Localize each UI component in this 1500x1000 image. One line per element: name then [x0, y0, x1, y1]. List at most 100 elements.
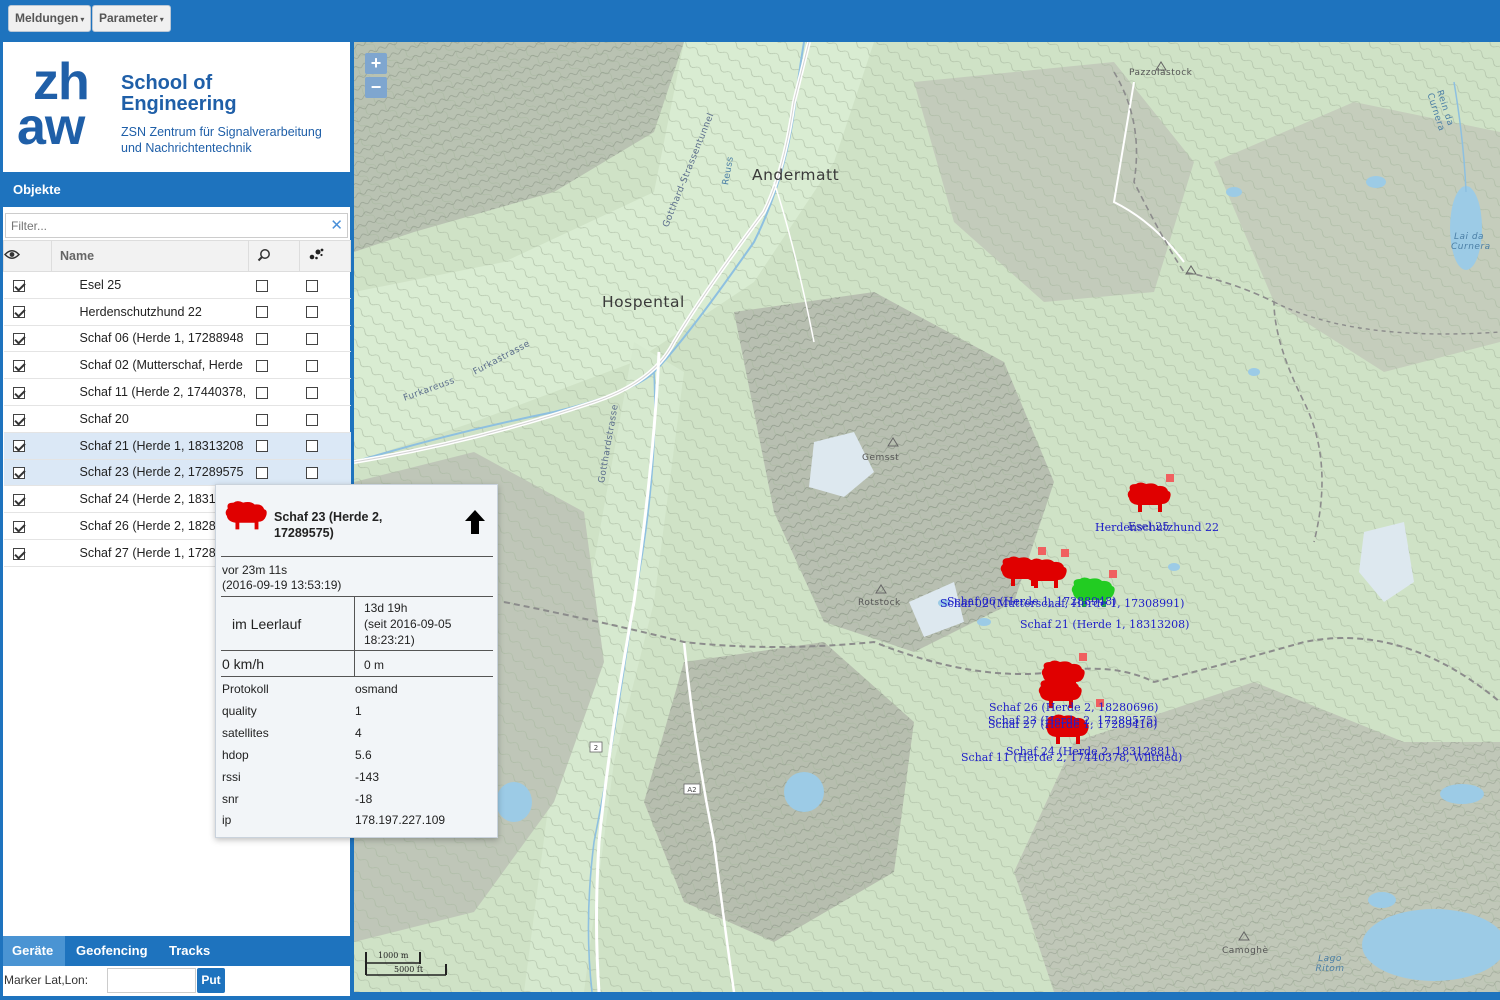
attr-value-rssi: -143: [355, 770, 380, 784]
marker-latlon-input[interactable]: [107, 968, 196, 993]
marker-layer: [1000, 474, 1174, 744]
menu-meldungen[interactable]: Meldungen ▾: [8, 5, 92, 32]
locate-checkbox-cell: [299, 271, 351, 299]
locate-checkbox[interactable]: [305, 440, 318, 453]
table-row[interactable]: Herdenschutzhund 22: [3, 298, 351, 326]
tab-geofencing[interactable]: Geofencing: [67, 936, 159, 966]
locate-checkbox-cell: [299, 378, 351, 406]
visible-checkbox[interactable]: [12, 467, 25, 480]
table-row[interactable]: Schaf 20: [3, 405, 351, 433]
object-name[interactable]: Schaf 06 (Herde 1, 17288948: [51, 325, 249, 353]
popup-divider: [221, 676, 493, 677]
visible-checkbox[interactable]: [12, 413, 25, 426]
search-column-header[interactable]: [248, 240, 300, 272]
menu-meldungen-label: Meldungen: [15, 11, 79, 25]
attr-key-hdop: hdop: [222, 748, 249, 762]
locate-checkbox[interactable]: [305, 467, 318, 480]
visible-checkbox[interactable]: [12, 359, 25, 372]
locate-column-header[interactable]: [299, 240, 351, 272]
object-name[interactable]: Herdenschutzhund 22: [51, 298, 249, 326]
search-checkbox-cell: [248, 298, 300, 326]
zhaw-logo: zh aw School of Engineering ZSN Zentrum …: [3, 42, 350, 168]
object-name[interactable]: Schaf 20: [51, 405, 249, 433]
attr-key-satellites: satellites: [222, 726, 269, 740]
visible-checkbox[interactable]: [12, 493, 25, 506]
menu-parameter[interactable]: Parameter ▾: [92, 5, 171, 32]
table-row[interactable]: Schaf 23 (Herde 2, 17289575: [3, 459, 351, 487]
marker-label-schaf-26: Schaf 26 (Herde 2, 18280696): [989, 701, 1159, 714]
search-checkbox[interactable]: [255, 467, 268, 480]
tab-tracks[interactable]: Tracks: [160, 936, 218, 966]
search-checkbox[interactable]: [255, 440, 268, 453]
logo-subtitle: ZSN Zentrum für Signalverarbeitung und N…: [121, 124, 322, 156]
popup-since-time: 18:23:21): [364, 633, 415, 647]
search-checkbox-cell: [248, 459, 300, 487]
popup-divider: [221, 650, 493, 651]
object-name[interactable]: Schaf 21 (Herde 1, 18313208: [51, 432, 249, 460]
search-checkbox-cell: [248, 271, 300, 299]
clear-filter-icon[interactable]: ✕: [330, 216, 343, 234]
map-view[interactable]: 2 A2 + − Andermatt Hospental Pazzolastoc…: [354, 42, 1500, 992]
visible-checkbox-cell: [3, 405, 52, 433]
popup-distance: 0 m: [364, 658, 385, 672]
locate-checkbox-cell: [299, 298, 351, 326]
eye-column-header[interactable]: [3, 240, 52, 272]
search-checkbox[interactable]: [255, 359, 268, 372]
arrow-up-icon: [465, 510, 485, 534]
marker-label-schaf-11: Schaf 11 (Herde 2, 17440378, Wiltried): [961, 751, 1183, 764]
locate-checkbox[interactable]: [305, 306, 318, 319]
put-button[interactable]: Put: [197, 968, 225, 993]
search-checkbox[interactable]: [255, 306, 268, 319]
popup-vertical-divider: [354, 596, 355, 676]
visible-checkbox[interactable]: [12, 440, 25, 453]
visible-checkbox[interactable]: [12, 520, 25, 533]
filter-input[interactable]: [6, 214, 326, 237]
marker-schaf-02[interactable]: [1023, 549, 1069, 588]
object-name[interactable]: Schaf 11 (Herde 2, 17440378,: [51, 378, 249, 406]
attr-value-snr: -18: [355, 792, 373, 806]
logo-school: School of Engineering: [121, 73, 237, 115]
search-checkbox[interactable]: [255, 279, 268, 292]
locate-checkbox-cell: [299, 351, 351, 380]
name-column-header[interactable]: Name: [51, 240, 249, 272]
object-name[interactable]: Schaf 02 (Mutterschaf, Herde: [51, 351, 249, 380]
popup-timestamp: (2016-09-19 13:53:19): [222, 578, 342, 592]
visible-checkbox[interactable]: [12, 306, 25, 319]
visible-checkbox-cell: [3, 459, 52, 487]
paw-icon: [309, 248, 324, 259]
popup-ago: vor 23m 11s: [222, 563, 288, 577]
search-checkbox[interactable]: [255, 333, 268, 346]
table-row[interactable]: Schaf 11 (Herde 2, 17440378,: [3, 378, 351, 406]
sheep-icon: [225, 501, 267, 530]
marker-label-schaf-27: Schaf 27 (Herde 1, 17289416): [988, 718, 1158, 731]
object-name[interactable]: Schaf 23 (Herde 2, 17289575: [51, 459, 249, 487]
object-name[interactable]: Esel 25: [51, 271, 249, 299]
table-row[interactable]: Schaf 02 (Mutterschaf, Herde: [3, 351, 351, 380]
locate-checkbox[interactable]: [305, 386, 318, 399]
eye-icon: [3, 250, 21, 259]
table-row[interactable]: Schaf 06 (Herde 1, 17288948: [3, 325, 351, 353]
caret-down-icon: ▾: [80, 15, 85, 24]
visible-checkbox[interactable]: [12, 386, 25, 399]
attr-key-protokoll: Protokoll: [222, 682, 269, 696]
table-row[interactable]: Esel 25: [3, 271, 351, 299]
locate-checkbox[interactable]: [305, 333, 318, 346]
search-checkbox-cell: [248, 405, 300, 433]
search-checkbox[interactable]: [255, 386, 268, 399]
popup-last-seen: vor 23m 11s (2016-09-19 13:53:19): [222, 563, 341, 593]
visible-checkbox[interactable]: [12, 547, 25, 560]
visible-checkbox[interactable]: [12, 333, 25, 346]
marker-hund-esel[interactable]: [1127, 474, 1174, 512]
scale-metric: 1000 m: [378, 951, 409, 960]
tab-geraete[interactable]: Geräte: [3, 936, 65, 966]
scale-bar: 1000 m 5000 ft: [364, 950, 448, 976]
table-row[interactable]: Schaf 21 (Herde 1, 18313208: [3, 432, 351, 460]
locate-checkbox[interactable]: [305, 413, 318, 426]
visible-checkbox[interactable]: [12, 279, 25, 292]
visible-checkbox-cell: [3, 325, 52, 353]
search-checkbox[interactable]: [255, 413, 268, 426]
visible-checkbox-cell: [3, 298, 52, 326]
attr-key-rssi: rssi: [222, 770, 241, 784]
locate-checkbox[interactable]: [305, 359, 318, 372]
locate-checkbox[interactable]: [305, 279, 318, 292]
